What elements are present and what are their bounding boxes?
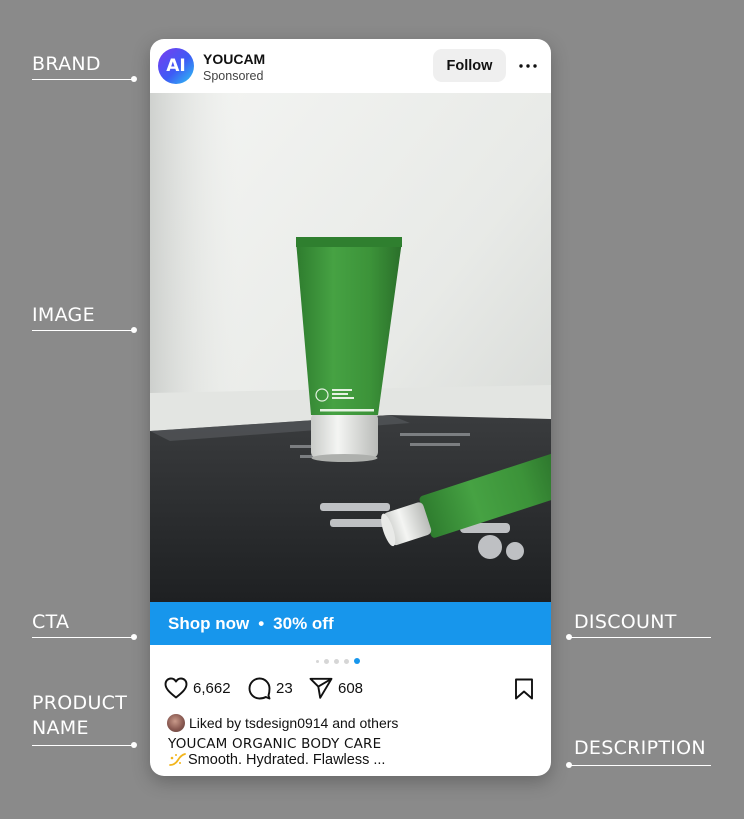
- liked-by-prefix: Liked by: [189, 715, 242, 731]
- like-count: 6,662: [193, 679, 231, 697]
- liked-by: Liked by tsdesign0914 and others: [167, 714, 398, 732]
- share-action[interactable]: 608: [309, 677, 363, 699]
- comment-action[interactable]: 23: [248, 677, 293, 700]
- carousel-dot[interactable]: [344, 658, 349, 664]
- heart-icon[interactable]: [164, 677, 188, 699]
- annotation-cta-dot: [131, 634, 137, 640]
- annotation-brand-dot: [131, 76, 137, 82]
- liked-by-suffix[interactable]: and others: [332, 715, 398, 731]
- annotation-product-name-dot: [131, 742, 137, 748]
- description-text: Smooth. Hydrated. Flawless ...: [188, 752, 386, 768]
- annotation-discount-dot: [566, 634, 572, 640]
- send-icon[interactable]: [309, 677, 333, 699]
- discount-label: 30% off: [273, 613, 334, 633]
- like-action[interactable]: 6,662: [164, 677, 231, 699]
- brand-avatar[interactable]: AI: [158, 48, 194, 84]
- post-header: AI YOUCAM Sponsored Follow: [150, 39, 551, 93]
- annotation-product-name-line2: NAME: [32, 717, 89, 739]
- comment-icon[interactable]: [248, 677, 271, 700]
- share-count: 608: [338, 679, 364, 697]
- annotation-description-line: [569, 765, 711, 766]
- annotation-brand-line: [32, 79, 133, 80]
- annotation-image: IMAGE: [32, 304, 95, 326]
- annotation-product-name-line: [32, 745, 133, 746]
- annotation-discount-line: [569, 637, 711, 638]
- cta-separator: •: [258, 613, 265, 633]
- carousel-indicator: [316, 658, 360, 664]
- carousel-dot-active[interactable]: [354, 658, 360, 664]
- annotation-image-line: [32, 330, 133, 331]
- post-description[interactable]: Smooth. Hydrated. Flawless ...: [168, 752, 385, 768]
- more-icon[interactable]: [518, 56, 538, 76]
- annotation-description-dot: [566, 762, 572, 768]
- product-image[interactable]: [150, 93, 551, 602]
- product-name: YOUCAM ORGANIC BODY CARE: [168, 736, 382, 752]
- carousel-dot[interactable]: [324, 658, 329, 664]
- annotation-image-dot: [131, 327, 137, 333]
- carousel-dot[interactable]: [334, 658, 339, 664]
- annotation-description: DESCRIPTION: [574, 737, 706, 759]
- annotation-product-name-line1: PRODUCT: [32, 692, 128, 714]
- sparkle-emoji-icon: [169, 753, 186, 766]
- annotation-brand: BRAND: [32, 53, 101, 75]
- annotation-cta: CTA: [32, 611, 70, 633]
- bookmark-icon[interactable]: [514, 678, 534, 700]
- carousel-dot[interactable]: [316, 659, 319, 663]
- comment-count: 23: [276, 680, 293, 697]
- brand-name[interactable]: YOUCAM: [203, 51, 265, 67]
- liked-by-user[interactable]: tsdesign0914: [245, 715, 328, 731]
- cta-label[interactable]: Shop now: [168, 614, 249, 634]
- sponsored-post-card: AI YOUCAM Sponsored Follow Shop now • 30…: [150, 39, 551, 776]
- liked-by-avatar[interactable]: [167, 714, 185, 732]
- post-actions: 6,662 23 608: [164, 677, 539, 701]
- sponsored-label: Sponsored: [203, 69, 264, 83]
- annotation-cta-line: [32, 637, 133, 638]
- cta-shop-now-bar[interactable]: Shop now • 30% off: [150, 602, 551, 645]
- follow-button[interactable]: Follow: [433, 49, 506, 82]
- annotation-discount: DISCOUNT: [574, 611, 677, 633]
